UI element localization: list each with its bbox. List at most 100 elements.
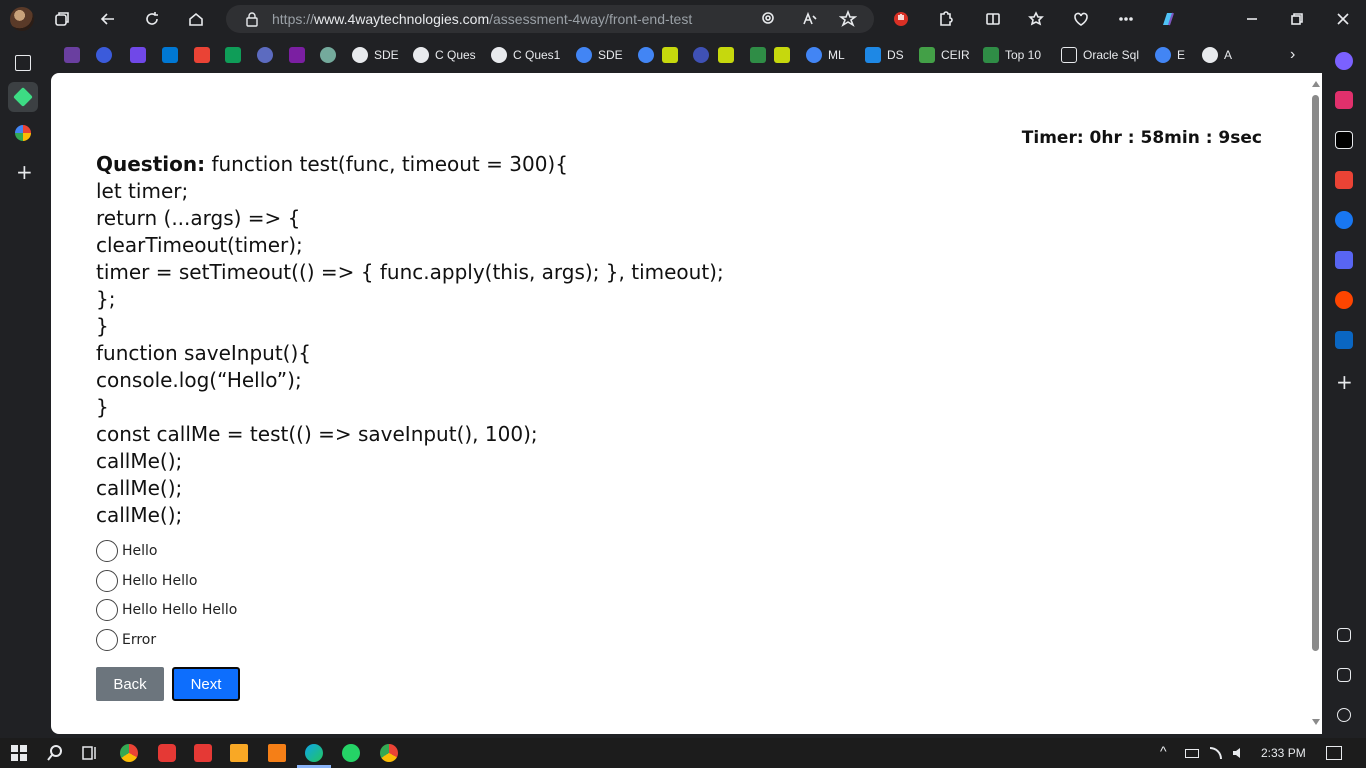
messenger-icon[interactable] bbox=[1335, 52, 1353, 70]
radio-button[interactable] bbox=[96, 539, 118, 562]
hide-sidebar-icon[interactable] bbox=[1337, 628, 1351, 642]
question-label: Question: bbox=[96, 152, 206, 176]
option-hello-hello[interactable]: Hello Hello bbox=[96, 566, 237, 596]
x-twitter-icon[interactable] bbox=[1335, 131, 1353, 149]
bookmark-icon-3[interactable] bbox=[130, 46, 152, 64]
favorites-icon[interactable] bbox=[1025, 7, 1049, 31]
code-line: console.log(“Hello”); bbox=[96, 368, 302, 392]
search-icon[interactable] bbox=[46, 744, 64, 762]
chrome-taskbar-icon[interactable] bbox=[120, 744, 138, 762]
sidebar-settings-gear-icon[interactable] bbox=[1337, 708, 1351, 722]
more-menu-icon[interactable] bbox=[1114, 7, 1138, 31]
option-hello-hello-hello[interactable]: Hello Hello Hello bbox=[96, 595, 237, 625]
workspaces-icon[interactable] bbox=[50, 7, 74, 31]
bookmark-icon-gfg-2[interactable] bbox=[718, 46, 740, 64]
bookmark-ml[interactable]: ML bbox=[806, 46, 845, 64]
bookmark-icon-blue[interactable] bbox=[693, 46, 715, 64]
bookmark-icon-2[interactable] bbox=[96, 46, 118, 64]
bookmark-sde-2[interactable]: SDE bbox=[576, 46, 623, 64]
browser-essentials-icon[interactable] bbox=[1069, 7, 1093, 31]
instagram-icon[interactable] bbox=[1335, 91, 1353, 109]
home-icon[interactable] bbox=[184, 7, 208, 31]
battery-icon[interactable] bbox=[1185, 749, 1199, 758]
radio-button[interactable] bbox=[96, 569, 118, 592]
bookmarks-overflow-chevron-icon[interactable]: › bbox=[1290, 46, 1295, 64]
scroll-down-arrow-icon[interactable] bbox=[1312, 719, 1320, 725]
facebook-icon[interactable] bbox=[1335, 211, 1353, 229]
open-external-icon[interactable] bbox=[1337, 668, 1351, 682]
location-icon[interactable] bbox=[756, 7, 780, 31]
bookmark-icon-gfg-3[interactable] bbox=[774, 46, 796, 64]
url-text: https://www.4waytechnologies.com/assessm… bbox=[272, 11, 693, 27]
read-aloud-icon[interactable] bbox=[798, 7, 822, 31]
refresh-icon[interactable] bbox=[140, 7, 164, 31]
radio-button[interactable] bbox=[96, 599, 118, 622]
discord-icon[interactable] bbox=[1335, 251, 1353, 269]
task-view-icon[interactable] bbox=[81, 744, 99, 762]
bookmark-icon-8[interactable] bbox=[289, 46, 311, 64]
bookmark-google-1[interactable] bbox=[638, 46, 660, 64]
back-arrow-icon[interactable] bbox=[96, 7, 120, 31]
windows-start-icon[interactable] bbox=[10, 744, 28, 762]
bookmark-ds[interactable]: DS bbox=[865, 46, 904, 64]
active-tab-favicon[interactable] bbox=[8, 82, 38, 112]
bookmark-icon-1[interactable] bbox=[64, 46, 86, 64]
geeksforgeeks-icon-1[interactable] bbox=[750, 46, 772, 64]
bookmark-icon-gfg-1[interactable] bbox=[662, 46, 684, 64]
bookmark-sde-1[interactable]: SDE bbox=[352, 46, 399, 64]
profile-avatar[interactable] bbox=[10, 7, 34, 31]
close-window-icon[interactable] bbox=[1331, 7, 1355, 31]
linkedin-icon[interactable] bbox=[1335, 331, 1353, 349]
gmail-sidebar-icon[interactable] bbox=[1335, 171, 1353, 189]
scroll-up-arrow-icon[interactable] bbox=[1312, 81, 1320, 87]
bookmark-c-ques1[interactable]: C Ques1 bbox=[491, 46, 560, 64]
next-button[interactable]: Next bbox=[172, 667, 240, 701]
chrome-taskbar-icon-2[interactable] bbox=[380, 744, 398, 762]
minimize-icon[interactable] bbox=[1240, 7, 1264, 31]
clock-time[interactable]: 2:33 PM bbox=[1261, 746, 1306, 760]
copilot-icon[interactable] bbox=[1156, 7, 1180, 31]
chatgpt-icon[interactable] bbox=[320, 46, 342, 64]
bookmark-top-10[interactable]: Top 10 bbox=[983, 46, 1041, 64]
anydesk-taskbar-icon[interactable] bbox=[194, 744, 212, 762]
outlook-icon[interactable] bbox=[162, 46, 184, 64]
lock-icon bbox=[246, 12, 258, 27]
option-error[interactable]: Error bbox=[96, 625, 237, 655]
code-line: } bbox=[96, 395, 109, 419]
edge-taskbar-icon[interactable] bbox=[305, 744, 323, 762]
scrollbar-thumb[interactable] bbox=[1312, 95, 1319, 651]
app-taskbar-icon-1[interactable] bbox=[158, 744, 176, 762]
radio-button[interactable] bbox=[96, 628, 118, 651]
add-sidebar-app-plus-icon[interactable]: + bbox=[1336, 370, 1353, 394]
bookmark-a[interactable]: A bbox=[1202, 46, 1232, 64]
bookmark-e[interactable]: E bbox=[1155, 46, 1185, 64]
gmail-icon[interactable] bbox=[194, 46, 216, 64]
notifications-icon[interactable] bbox=[1326, 746, 1342, 760]
wifi-icon[interactable] bbox=[1210, 747, 1222, 759]
tab-actions-icon[interactable] bbox=[15, 55, 31, 71]
whatsapp-icon[interactable] bbox=[342, 744, 360, 762]
adblock-extension-icon[interactable] bbox=[889, 7, 913, 31]
bookmark-oracle-sql[interactable]: Oracle Sql bbox=[1061, 46, 1139, 64]
bookmark-c-ques[interactable]: C Ques bbox=[413, 46, 476, 64]
back-button[interactable]: Back bbox=[96, 667, 164, 701]
split-screen-icon[interactable] bbox=[981, 7, 1005, 31]
page-scrollbar[interactable] bbox=[1309, 73, 1322, 734]
sublime-text-icon[interactable] bbox=[268, 744, 286, 762]
address-bar[interactable]: https://www.4waytechnologies.com/assessm… bbox=[226, 5, 874, 33]
extensions-icon[interactable] bbox=[933, 7, 957, 31]
question-text: Question: function test(func, timeout = … bbox=[96, 151, 724, 529]
new-tab-plus-icon[interactable]: + bbox=[16, 162, 33, 182]
restore-icon[interactable] bbox=[1285, 7, 1309, 31]
google-tab-icon[interactable] bbox=[15, 125, 31, 141]
reddit-icon[interactable] bbox=[1335, 291, 1353, 309]
favorite-star-icon[interactable] bbox=[836, 7, 860, 31]
code-line: clearTimeout(timer); bbox=[96, 233, 303, 257]
volume-icon[interactable] bbox=[1232, 747, 1244, 759]
option-hello[interactable]: Hello bbox=[96, 536, 237, 566]
bookmark-ceir[interactable]: CEIR bbox=[919, 46, 970, 64]
sheets-icon[interactable] bbox=[225, 46, 247, 64]
file-explorer-icon[interactable] bbox=[230, 744, 248, 762]
tray-chevron-up-icon[interactable]: ^ bbox=[1160, 743, 1167, 759]
bookmark-icon-7[interactable] bbox=[257, 46, 279, 64]
